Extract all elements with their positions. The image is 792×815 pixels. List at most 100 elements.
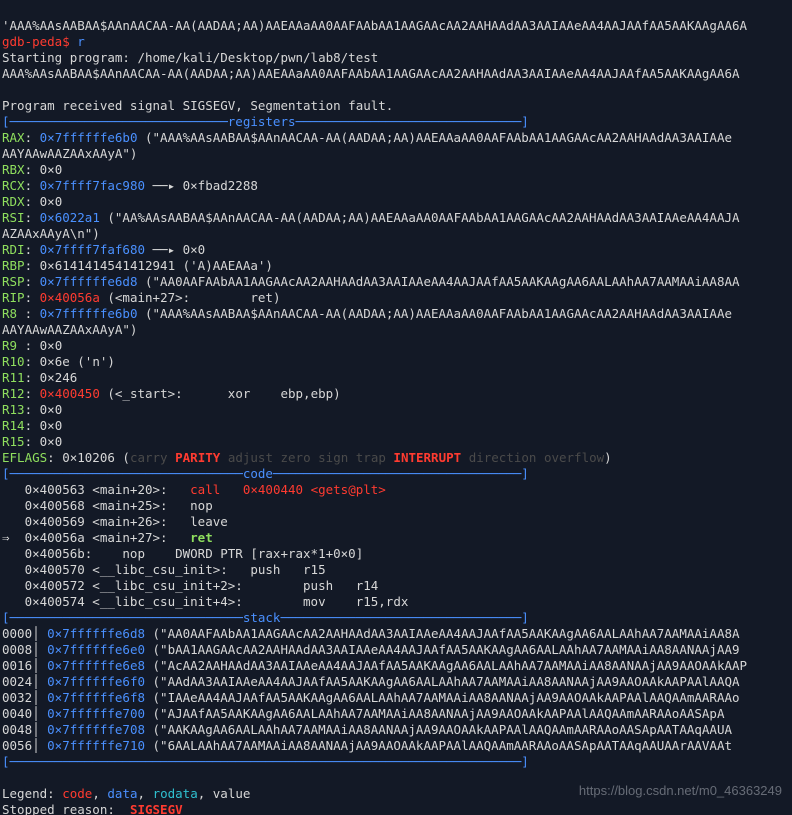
stack-addr: 0×7ffffffe6e8 xyxy=(47,658,145,673)
flag-interrupt: INTERRUPT xyxy=(393,450,461,465)
flag-zero: zero xyxy=(281,450,311,465)
program-input-echo: AAA%AAsAABAA$AAnAACAA-AA(AADAA;AA)AAEAAa… xyxy=(2,66,740,81)
code-call-op: call xyxy=(190,482,243,497)
flag-direction: direction xyxy=(469,450,537,465)
reg-r14-val: 0×0 xyxy=(40,418,63,433)
flag-trap: trap xyxy=(356,450,386,465)
legend-data: data xyxy=(107,786,137,801)
reg-rbp: RBP xyxy=(2,258,25,273)
reg-rax-note: ("AAA%AAsAABAA$AAnAACAA-AA(AADAA;AA)AAEA… xyxy=(137,130,732,145)
stopped-reason-label: Stopped reason: xyxy=(2,802,130,815)
footer-dash: [───────────────────────────────────────… xyxy=(2,754,529,769)
reg-rdx-val: 0×0 xyxy=(40,194,63,209)
reg-rcx: RCX xyxy=(2,178,25,193)
legend-sep: , xyxy=(138,786,153,801)
flag-adjust: adjust xyxy=(228,450,273,465)
code-line: 0×400570 <__libc_csu_init>: push r15 xyxy=(2,562,326,577)
stack-off: 0000│ xyxy=(2,626,47,641)
legend-code: code xyxy=(62,786,92,801)
legend-sep: , xyxy=(92,786,107,801)
reg-r10: R10 xyxy=(2,354,25,369)
sigsegv-line: Program received signal SIGSEGV, Segment… xyxy=(2,98,393,113)
reg-rdx: RDX xyxy=(2,194,25,209)
reg-rip: RIP xyxy=(2,290,25,305)
reg-rbp-val: : 0×6141414541412941 ('A)AAEAAa') xyxy=(25,258,273,273)
reg-rax-val: 0×7ffffffe6b0 xyxy=(40,130,138,145)
code-line-current: ⇒ 0×40056a <main+27>: xyxy=(2,530,190,545)
reg-rdi-note: ──▸ 0×0 xyxy=(145,242,205,257)
legend-prefix: Legend: xyxy=(2,786,62,801)
reg-r8-note: ("AAA%AAsAABAA$AAnAACAA-AA(AADAA;AA)AAEA… xyxy=(137,306,732,321)
stack-off: 0048│ xyxy=(2,722,47,737)
reg-r11: R11 xyxy=(2,370,25,385)
reg-rdi: RDI xyxy=(2,242,25,257)
stack-addr: 0×7ffffffe710 xyxy=(47,738,145,753)
stopped-reason-value: SIGSEGV xyxy=(130,802,183,815)
stack-addr: 0×7ffffffe700 xyxy=(47,706,145,721)
stack-content: ("AA0AAFAAbAA1AAGAAcAA2AAHAAdAA3AAIAAeAA… xyxy=(145,626,740,641)
legend-value: , value xyxy=(198,786,251,801)
reg-rax: RAX xyxy=(2,130,25,145)
stack-content: ("bAA1AAGAAcAA2AAHAAdAA3AAIAAeAA4AAJAAfA… xyxy=(145,642,740,657)
reg-rsi-val: 0×6022a1 xyxy=(40,210,100,225)
gdb-command: r xyxy=(77,34,85,49)
reg-rbx: RBX xyxy=(2,162,25,177)
code-line: 0×400572 <__libc_csu_init+2>: push r14 xyxy=(2,578,378,593)
reg-r12-note: (<_start>: xor ebp,ebp) xyxy=(100,386,341,401)
reg-rip-val: 0×40056a xyxy=(40,290,100,305)
reg-rdi-val: 0×7ffff7faf680 xyxy=(40,242,145,257)
reg-r12-val: 0×400450 xyxy=(40,386,100,401)
reg-r8-val: 0×7ffffffe6b0 xyxy=(40,306,138,321)
stack-content: ("AcAA2AAHAAdAA3AAIAAeAA4AAJAAfAA5AAKAAg… xyxy=(145,658,747,673)
stack-header: [───────────────────────────────stack───… xyxy=(2,610,529,625)
stack-off: 0008│ xyxy=(2,642,47,657)
stack-content: ("IAAeAA4AAJAAfAA5AAKAAgAA6AALAAhAA7AAMA… xyxy=(145,690,740,705)
flag-carry: carry xyxy=(130,450,168,465)
reg-r8: R8 xyxy=(2,306,25,321)
stack-off: 0040│ xyxy=(2,706,47,721)
flag-parity: PARITY xyxy=(175,450,220,465)
flag-overflow: overflow xyxy=(544,450,604,465)
reg-rcx-val: 0×7ffff7fac980 xyxy=(40,178,145,193)
reg-r12: R12 xyxy=(2,386,25,401)
reg-r9-val: 0×0 xyxy=(40,338,63,353)
reg-rsi-cont: AZAAxAAyA\n") xyxy=(2,226,100,241)
terminal[interactable]: 'AAA%AAsAABAA$AAnAACAA-AA(AADAA;AA)AAEAA… xyxy=(0,0,792,815)
code-header: [───────────────────────────────code────… xyxy=(2,466,529,481)
starting-program: Starting program: /home/kali/Desktop/pwn… xyxy=(2,50,378,65)
gdb-prompt: gdb-peda$ xyxy=(2,34,77,49)
stack-content: ("AJAAfAA5AAKAAgAA6AALAAhAA7AAMAAiAA8AAN… xyxy=(145,706,724,721)
eflags-value: : 0×10206 ( xyxy=(47,450,130,465)
reg-rsi: RSI xyxy=(2,210,25,225)
code-ret: ret xyxy=(190,530,213,545)
stack-addr: 0×7ffffffe6f8 xyxy=(47,690,145,705)
input-echo: 'AAA%AAsAABAA$AAnAACAA-AA(AADAA;AA)AAEAA… xyxy=(2,18,747,33)
reg-rbx-val: 0×0 xyxy=(40,162,63,177)
reg-r13: R13 xyxy=(2,402,25,417)
reg-rsi-note: ("AA%AAsAABAA$AAnAACAA-AA(AADAA;AA)AAEAA… xyxy=(100,210,740,225)
stack-content: ("AAKAAgAA6AALAAhAA7AAMAAiAA8AANAAjAA9AA… xyxy=(145,722,732,737)
reg-r9: R9 xyxy=(2,338,25,353)
code-line: 0×400569 <main+26>: leave xyxy=(2,514,228,529)
stack-content: ("6AALAAhAA7AAMAAiAA8AANAAjAA9AAOAAkAAPA… xyxy=(145,738,732,753)
reg-rcx-note: ──▸ 0×fbad2288 xyxy=(145,178,258,193)
stack-addr: 0×7ffffffe6d8 xyxy=(47,626,145,641)
reg-rsp: RSP xyxy=(2,274,25,289)
reg-r14: R14 xyxy=(2,418,25,433)
reg-r15-val: 0×0 xyxy=(40,434,63,449)
stack-off: 0032│ xyxy=(2,690,47,705)
stack-addr: 0×7ffffffe6e0 xyxy=(47,642,145,657)
flag-sign: sign xyxy=(318,450,348,465)
code-line: 0×40056b: nop DWORD PTR [rax+rax*1+0×0] xyxy=(2,546,363,561)
reg-r8-cont: AAYAAwAAZAAxAAyA") xyxy=(2,322,137,337)
stack-content: ("AAdAA3AAIAAeAA4AAJAAfAA5AAKAAgAA6AALAA… xyxy=(145,674,740,689)
reg-rsp-val: 0×7ffffffe6d8 xyxy=(40,274,138,289)
legend-rodata: rodata xyxy=(153,786,198,801)
eflags-suffix: ) xyxy=(604,450,612,465)
code-call-target: 0×400440 <gets@plt> xyxy=(243,482,386,497)
watermark: https://blog.csdn.net/m0_46363249 xyxy=(579,783,782,799)
code-line: 0×400568 <main+25>: nop xyxy=(2,498,213,513)
stack-addr: 0×7ffffffe6f0 xyxy=(47,674,145,689)
registers-header: [─────────────────────────────registers─… xyxy=(2,114,529,129)
reg-r13-val: 0×0 xyxy=(40,402,63,417)
